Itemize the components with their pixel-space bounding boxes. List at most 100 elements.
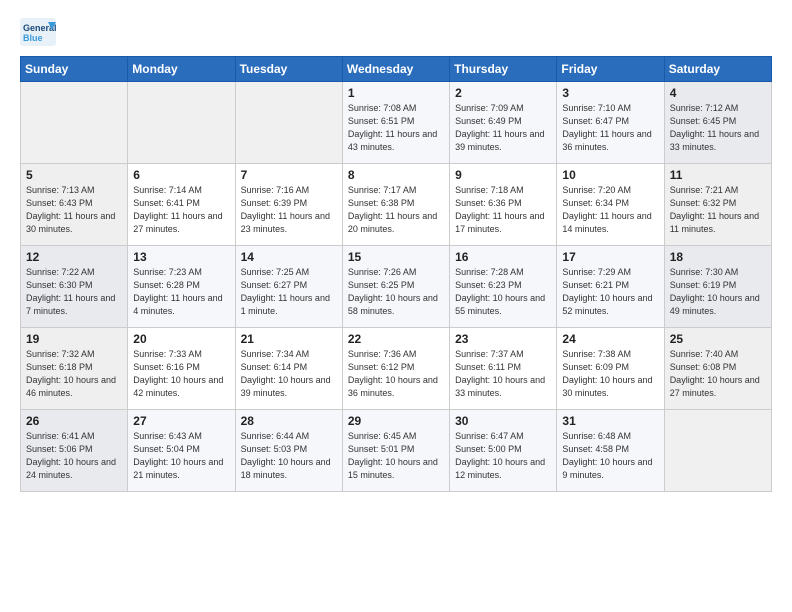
header-cell-sunday: Sunday <box>21 57 128 82</box>
day-info: Sunrise: 7:34 AM Sunset: 6:14 PM Dayligh… <box>241 348 337 400</box>
day-cell: 4Sunrise: 7:12 AM Sunset: 6:45 PM Daylig… <box>664 82 771 164</box>
logo-icon: General Blue <box>20 18 56 46</box>
day-info: Sunrise: 7:16 AM Sunset: 6:39 PM Dayligh… <box>241 184 337 236</box>
header-cell-wednesday: Wednesday <box>342 57 449 82</box>
day-number: 30 <box>455 414 551 428</box>
day-info: Sunrise: 7:32 AM Sunset: 6:18 PM Dayligh… <box>26 348 122 400</box>
day-number: 7 <box>241 168 337 182</box>
day-cell: 12Sunrise: 7:22 AM Sunset: 6:30 PM Dayli… <box>21 246 128 328</box>
day-cell: 26Sunrise: 6:41 AM Sunset: 5:06 PM Dayli… <box>21 410 128 492</box>
day-number: 9 <box>455 168 551 182</box>
day-number: 16 <box>455 250 551 264</box>
day-cell <box>235 82 342 164</box>
day-info: Sunrise: 7:29 AM Sunset: 6:21 PM Dayligh… <box>562 266 658 318</box>
day-cell <box>664 410 771 492</box>
header-cell-saturday: Saturday <box>664 57 771 82</box>
svg-text:Blue: Blue <box>23 33 43 43</box>
day-info: Sunrise: 7:36 AM Sunset: 6:12 PM Dayligh… <box>348 348 444 400</box>
day-info: Sunrise: 6:44 AM Sunset: 5:03 PM Dayligh… <box>241 430 337 482</box>
week-row-4: 26Sunrise: 6:41 AM Sunset: 5:06 PM Dayli… <box>21 410 772 492</box>
day-info: Sunrise: 7:21 AM Sunset: 6:32 PM Dayligh… <box>670 184 766 236</box>
day-cell: 18 Sunrise: 7:30 AM Sunset: 6:19 PM Dayli… <box>664 246 771 328</box>
day-number: 22 <box>348 332 444 346</box>
week-row-0: 1Sunrise: 7:08 AM Sunset: 6:51 PM Daylig… <box>21 82 772 164</box>
day-number: 12 <box>26 250 122 264</box>
day-number: 11 <box>670 168 766 182</box>
day-cell: 14Sunrise: 7:25 AM Sunset: 6:27 PM Dayli… <box>235 246 342 328</box>
day-number: 28 <box>241 414 337 428</box>
logo: General Blue <box>20 18 56 46</box>
header-cell-friday: Friday <box>557 57 664 82</box>
day-info: Sunrise: 7:09 AM Sunset: 6:49 PM Dayligh… <box>455 102 551 154</box>
day-info: Sunrise: 7:37 AM Sunset: 6:11 PM Dayligh… <box>455 348 551 400</box>
day-cell: 30 Sunrise: 6:47 AM Sunset: 5:00 PM Dayli… <box>450 410 557 492</box>
day-cell: 6 Sunrise: 7:14 AM Sunset: 6:41 PM Daylig… <box>128 164 235 246</box>
day-number: 18 <box>670 250 766 264</box>
day-cell: 3Sunrise: 7:10 AM Sunset: 6:47 PM Daylig… <box>557 82 664 164</box>
day-cell: 29 Sunrise: 6:45 AM Sunset: 5:01 PM Dayli… <box>342 410 449 492</box>
day-cell: 20Sunrise: 7:33 AM Sunset: 6:16 PM Dayli… <box>128 328 235 410</box>
header-cell-monday: Monday <box>128 57 235 82</box>
day-number: 2 <box>455 86 551 100</box>
day-cell: 16 Sunrise: 7:28 AM Sunset: 6:23 PM Dayli… <box>450 246 557 328</box>
day-info: Sunrise: 7:14 AM Sunset: 6:41 PM Dayligh… <box>133 184 229 236</box>
day-number: 19 <box>26 332 122 346</box>
day-number: 8 <box>348 168 444 182</box>
day-info: Sunrise: 6:45 AM Sunset: 5:01 PM Dayligh… <box>348 430 444 482</box>
day-number: 5 <box>26 168 122 182</box>
day-cell: 2 Sunrise: 7:09 AM Sunset: 6:49 PM Daylig… <box>450 82 557 164</box>
header-cell-tuesday: Tuesday <box>235 57 342 82</box>
header-row: SundayMondayTuesdayWednesdayThursdayFrid… <box>21 57 772 82</box>
day-cell: 1Sunrise: 7:08 AM Sunset: 6:51 PM Daylig… <box>342 82 449 164</box>
day-number: 31 <box>562 414 658 428</box>
day-info: Sunrise: 7:40 AM Sunset: 6:08 PM Dayligh… <box>670 348 766 400</box>
header: General Blue <box>20 18 772 46</box>
day-number: 27 <box>133 414 229 428</box>
day-number: 26 <box>26 414 122 428</box>
week-row-3: 19 Sunrise: 7:32 AM Sunset: 6:18 PM Dayli… <box>21 328 772 410</box>
day-info: Sunrise: 7:17 AM Sunset: 6:38 PM Dayligh… <box>348 184 444 236</box>
day-cell: 19 Sunrise: 7:32 AM Sunset: 6:18 PM Dayli… <box>21 328 128 410</box>
day-number: 20 <box>133 332 229 346</box>
day-info: Sunrise: 7:38 AM Sunset: 6:09 PM Dayligh… <box>562 348 658 400</box>
day-info: Sunrise: 7:26 AM Sunset: 6:25 PM Dayligh… <box>348 266 444 318</box>
day-cell: 8 Sunrise: 7:17 AM Sunset: 6:38 PM Daylig… <box>342 164 449 246</box>
day-info: Sunrise: 7:13 AM Sunset: 6:43 PM Dayligh… <box>26 184 122 236</box>
day-cell: 25 Sunrise: 7:40 AM Sunset: 6:08 PM Dayli… <box>664 328 771 410</box>
day-info: Sunrise: 7:18 AM Sunset: 6:36 PM Dayligh… <box>455 184 551 236</box>
day-number: 13 <box>133 250 229 264</box>
day-info: Sunrise: 7:30 AM Sunset: 6:19 PM Dayligh… <box>670 266 766 318</box>
day-cell: 27 Sunrise: 6:43 AM Sunset: 5:04 PM Dayli… <box>128 410 235 492</box>
day-cell <box>128 82 235 164</box>
day-cell: 10 Sunrise: 7:20 AM Sunset: 6:34 PM Dayli… <box>557 164 664 246</box>
day-number: 10 <box>562 168 658 182</box>
day-info: Sunrise: 6:48 AM Sunset: 4:58 PM Dayligh… <box>562 430 658 482</box>
day-info: Sunrise: 7:23 AM Sunset: 6:28 PM Dayligh… <box>133 266 229 318</box>
day-number: 21 <box>241 332 337 346</box>
day-number: 4 <box>670 86 766 100</box>
header-cell-thursday: Thursday <box>450 57 557 82</box>
day-info: Sunrise: 7:28 AM Sunset: 6:23 PM Dayligh… <box>455 266 551 318</box>
day-cell: 17Sunrise: 7:29 AM Sunset: 6:21 PM Dayli… <box>557 246 664 328</box>
day-cell: 21 Sunrise: 7:34 AM Sunset: 6:14 PM Dayli… <box>235 328 342 410</box>
day-cell: 15 Sunrise: 7:26 AM Sunset: 6:25 PM Dayli… <box>342 246 449 328</box>
week-row-2: 12Sunrise: 7:22 AM Sunset: 6:30 PM Dayli… <box>21 246 772 328</box>
day-info: Sunrise: 6:47 AM Sunset: 5:00 PM Dayligh… <box>455 430 551 482</box>
day-cell: 5 Sunrise: 7:13 AM Sunset: 6:43 PM Daylig… <box>21 164 128 246</box>
day-info: Sunrise: 7:10 AM Sunset: 6:47 PM Dayligh… <box>562 102 658 154</box>
day-cell: 24 Sunrise: 7:38 AM Sunset: 6:09 PM Dayli… <box>557 328 664 410</box>
day-number: 29 <box>348 414 444 428</box>
day-number: 6 <box>133 168 229 182</box>
day-number: 14 <box>241 250 337 264</box>
day-cell: 23Sunrise: 7:37 AM Sunset: 6:11 PM Dayli… <box>450 328 557 410</box>
day-info: Sunrise: 7:08 AM Sunset: 6:51 PM Dayligh… <box>348 102 444 154</box>
day-cell: 28 Sunrise: 6:44 AM Sunset: 5:03 PM Dayli… <box>235 410 342 492</box>
day-cell: 11 Sunrise: 7:21 AM Sunset: 6:32 PM Dayli… <box>664 164 771 246</box>
day-info: Sunrise: 6:43 AM Sunset: 5:04 PM Dayligh… <box>133 430 229 482</box>
day-number: 24 <box>562 332 658 346</box>
day-number: 25 <box>670 332 766 346</box>
day-info: Sunrise: 7:20 AM Sunset: 6:34 PM Dayligh… <box>562 184 658 236</box>
day-cell: 31 Sunrise: 6:48 AM Sunset: 4:58 PM Dayli… <box>557 410 664 492</box>
week-row-1: 5 Sunrise: 7:13 AM Sunset: 6:43 PM Daylig… <box>21 164 772 246</box>
day-number: 15 <box>348 250 444 264</box>
